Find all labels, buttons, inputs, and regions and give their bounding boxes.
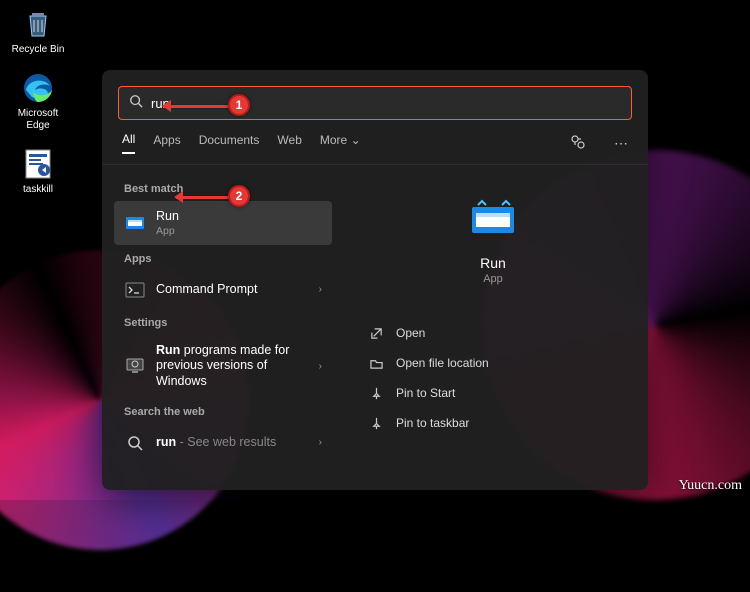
result-compat-settings[interactable]: Run programs made for previous versions … bbox=[114, 335, 332, 398]
preview-subtitle: App bbox=[362, 273, 624, 285]
open-icon bbox=[368, 327, 384, 340]
start-search-panel: All Apps Documents Web More ⌄ ⋯ Best mat… bbox=[102, 70, 648, 490]
result-title: Run programs made for previous versions … bbox=[156, 343, 309, 390]
tab-more[interactable]: More ⌄ bbox=[320, 133, 361, 153]
desktop-icon-label: Microsoft Edge bbox=[8, 108, 68, 132]
preview-actions: Open Open file location Pin to Start Pin… bbox=[362, 319, 624, 437]
result-title: Command Prompt bbox=[156, 282, 309, 298]
chevron-right-icon: › bbox=[319, 284, 322, 295]
result-command-prompt[interactable]: Command Prompt › bbox=[114, 271, 332, 309]
search-tabs: All Apps Documents Web More ⌄ ⋯ bbox=[102, 128, 648, 165]
result-subtitle: App bbox=[156, 225, 322, 237]
result-web-run[interactable]: run - See web results › bbox=[114, 424, 332, 462]
annotation-arrow-1 bbox=[164, 105, 230, 108]
section-search-web: Search the web bbox=[114, 400, 338, 422]
watermark: Yuucn.com bbox=[679, 478, 742, 494]
preview-title: Run bbox=[362, 255, 624, 271]
action-pin-to-taskbar[interactable]: Pin to taskbar bbox=[362, 409, 624, 437]
folder-icon bbox=[368, 357, 384, 370]
action-open[interactable]: Open bbox=[362, 319, 624, 347]
chevron-right-icon: › bbox=[319, 361, 322, 372]
pin-icon bbox=[368, 417, 384, 430]
search-icon bbox=[129, 94, 143, 113]
action-open-file-location[interactable]: Open file location bbox=[362, 349, 624, 377]
result-run-app[interactable]: Run App bbox=[114, 201, 332, 245]
action-label: Pin to Start bbox=[396, 386, 455, 400]
search-content: Best match Run App Apps Command Prompt › bbox=[102, 165, 648, 490]
feedback-icon[interactable] bbox=[570, 134, 586, 153]
result-title: run - See web results bbox=[156, 435, 309, 451]
chevron-right-icon: › bbox=[319, 437, 322, 448]
tab-web[interactable]: Web bbox=[277, 133, 301, 153]
annotation-marker-1: 1 bbox=[228, 94, 250, 116]
tab-documents[interactable]: Documents bbox=[199, 133, 260, 153]
action-label: Open file location bbox=[396, 356, 489, 370]
run-app-icon bbox=[124, 212, 146, 234]
preview-pane: Run App Open Open file location Pin to S… bbox=[338, 165, 648, 490]
action-label: Open bbox=[396, 326, 425, 340]
command-prompt-icon bbox=[124, 279, 146, 301]
action-pin-to-start[interactable]: Pin to Start bbox=[362, 379, 624, 407]
desktop-icon-recycle-bin[interactable]: Recycle Bin bbox=[8, 6, 68, 56]
search-box[interactable] bbox=[118, 86, 632, 120]
result-title: Run bbox=[156, 209, 322, 225]
run-app-icon-large bbox=[470, 197, 516, 243]
action-label: Pin to taskbar bbox=[396, 416, 469, 430]
tab-apps[interactable]: Apps bbox=[153, 133, 180, 153]
edge-icon bbox=[20, 70, 56, 106]
search-icon bbox=[124, 432, 146, 454]
search-input[interactable] bbox=[151, 96, 621, 111]
section-apps: Apps bbox=[114, 247, 338, 269]
chevron-down-icon: ⌄ bbox=[351, 133, 361, 147]
more-options-icon[interactable]: ⋯ bbox=[614, 135, 628, 152]
annotation-marker-2: 2 bbox=[228, 185, 250, 207]
batch-file-icon bbox=[20, 146, 56, 182]
desktop-icon-microsoft-edge[interactable]: Microsoft Edge bbox=[8, 70, 68, 132]
desktop-icon-taskkill[interactable]: taskkill bbox=[8, 146, 68, 196]
section-settings: Settings bbox=[114, 311, 338, 333]
results-column: Best match Run App Apps Command Prompt › bbox=[102, 165, 338, 490]
pin-icon bbox=[368, 387, 384, 400]
tab-all[interactable]: All bbox=[122, 132, 135, 154]
settings-monitor-icon bbox=[124, 355, 146, 377]
desktop-icons-column: Recycle Bin Microsoft Edge taskkill bbox=[8, 6, 68, 196]
desktop-icon-label: taskkill bbox=[23, 184, 53, 196]
recycle-bin-icon bbox=[20, 6, 56, 42]
desktop-icon-label: Recycle Bin bbox=[12, 44, 65, 56]
annotation-arrow-2 bbox=[176, 196, 230, 199]
